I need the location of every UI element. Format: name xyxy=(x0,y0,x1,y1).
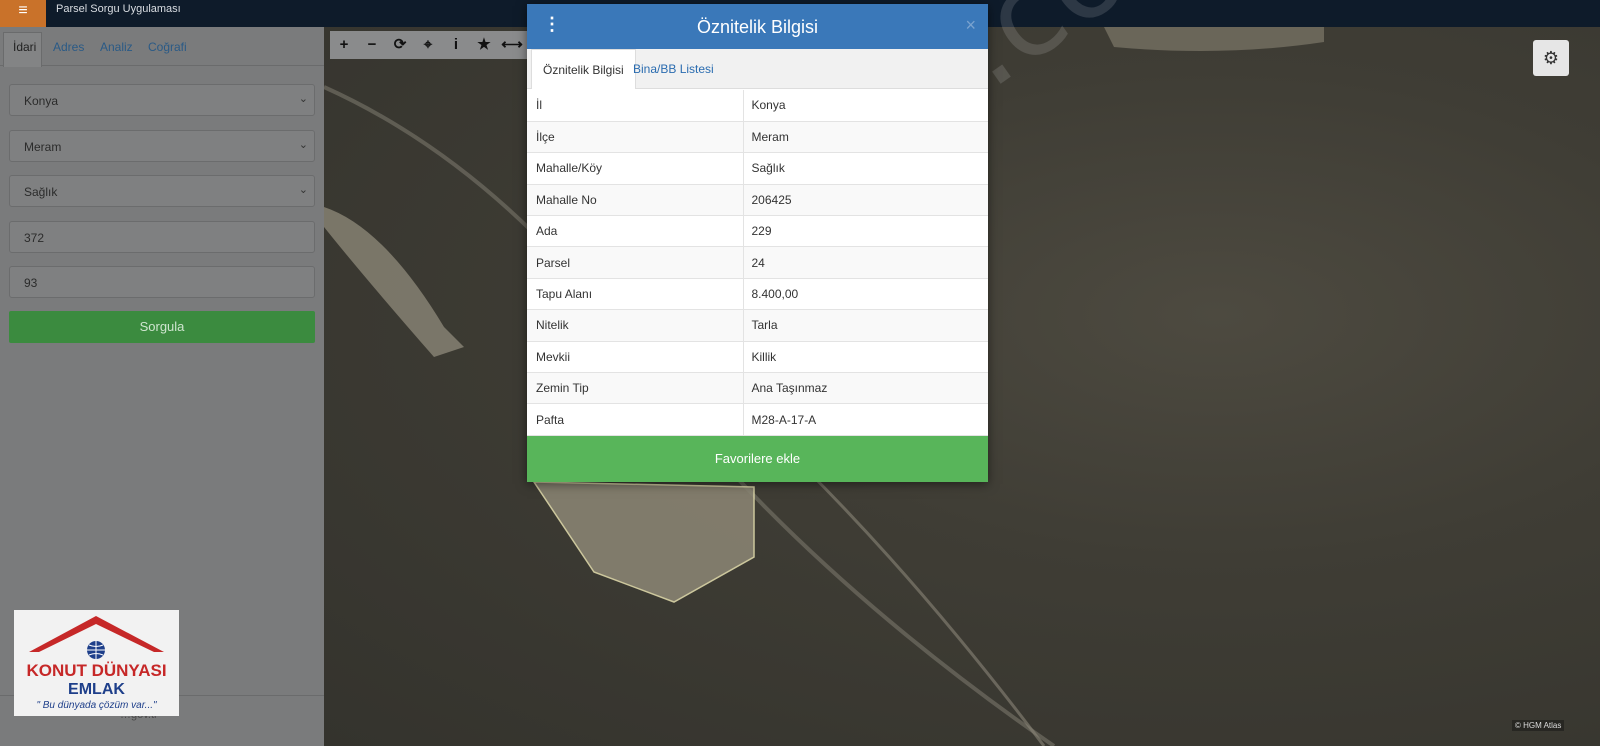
chevron-down-icon: ⌄ xyxy=(298,139,308,151)
table-row: Ada 229 xyxy=(527,215,988,248)
tab-analiz[interactable]: Analiz xyxy=(100,40,133,54)
modal-header: ⋮ Öznitelik Bilgisi × xyxy=(527,4,988,49)
attribute-label: Mevkii xyxy=(527,341,743,374)
table-row: Mevkii Killik xyxy=(527,341,988,374)
attribute-label: Mahalle/Köy xyxy=(527,152,743,185)
tab-adres[interactable]: Adres xyxy=(53,40,84,54)
measure-icon[interactable]: ⟷ xyxy=(498,31,526,59)
attribute-value: 24 xyxy=(742,246,988,279)
add-favorite-button[interactable]: Favorilere ekle xyxy=(527,436,988,482)
attribute-value: 229 xyxy=(742,215,988,248)
hamburger-icon[interactable]: ≡ xyxy=(0,0,46,27)
tab-idari[interactable]: İdari xyxy=(13,40,36,54)
attribute-table: İl Konya İlçe Meram Mahalle/Köy Sağlık Mahalle… xyxy=(527,90,988,436)
table-row: Mahalle No 206425 xyxy=(527,184,988,217)
info-icon[interactable]: i xyxy=(442,31,470,59)
table-row: Pafta M28-A-17-A xyxy=(527,403,988,436)
modal-tabs: Öznitelik Bilgisi Bina/BB Listesi xyxy=(527,49,988,89)
table-row: Tapu Alanı 8.400,00 xyxy=(527,278,988,311)
attribute-label: İl xyxy=(527,90,743,122)
refresh-icon[interactable]: ⟳ xyxy=(386,31,414,59)
attribute-label: Pafta xyxy=(527,403,743,436)
sidebar-tabs: İdari Adres Analiz Coğrafi xyxy=(0,27,324,67)
app-title: Parsel Sorgu Uygulaması xyxy=(56,3,181,15)
il-select-value: Konya xyxy=(24,94,59,108)
attribute-value: 206425 xyxy=(742,184,988,217)
star-icon[interactable]: ★ xyxy=(470,31,498,59)
table-row: Parsel 24 xyxy=(527,246,988,279)
logo: KONUT DÜNYASI EMLAK " Bu dünyada çözüm v… xyxy=(14,610,179,716)
chevron-down-icon: ⌄ xyxy=(298,184,308,196)
parsel-input-value: 93 xyxy=(24,276,38,290)
ilce-select-value: Meram xyxy=(24,140,62,154)
attribute-value: Meram xyxy=(742,121,988,154)
table-row: İl Konya xyxy=(527,90,988,122)
attribute-value: Sağlık xyxy=(742,152,988,185)
logo-title: KONUT DÜNYASI xyxy=(26,661,167,680)
map-toolbar: + − ⟳ ⌖ i ★ ⟷ xyxy=(330,31,530,59)
tab-bina-listesi[interactable]: Bina/BB Listesi xyxy=(622,49,725,89)
ada-input-value: 372 xyxy=(24,231,45,245)
locate-icon[interactable]: ⌖ xyxy=(414,31,442,59)
attribute-value: Killik xyxy=(742,341,988,374)
map-attribution: © HGM Atlas xyxy=(1512,720,1565,731)
chevron-down-icon: ⌄ xyxy=(298,93,308,105)
attribute-label: Mahalle No xyxy=(527,184,743,217)
mahalle-select-value: Sağlık xyxy=(24,185,58,199)
attribute-value: 8.400,00 xyxy=(742,278,988,311)
ilce-select[interactable]: Meram ⌄ xyxy=(9,130,315,162)
logo-subtitle: EMLAK xyxy=(68,681,125,698)
attribute-value: Ana Taşınmaz xyxy=(742,372,988,405)
attribute-label: İlçe xyxy=(527,121,743,154)
gear-icon[interactable]: ⚙ xyxy=(1533,40,1569,76)
attribute-value: M28-A-17-A xyxy=(742,403,988,436)
attribute-label: Ada xyxy=(527,215,743,248)
logo-slogan: " Bu dünyada çözüm var..." xyxy=(36,700,157,711)
attribute-value: Konya xyxy=(742,90,988,122)
modal-title: Öznitelik Bilgisi xyxy=(696,17,819,37)
mahalle-select[interactable]: Sağlık ⌄ xyxy=(9,175,315,207)
table-row: Nitelik Tarla xyxy=(527,309,988,342)
table-row: Zemin Tip Ana Taşınmaz xyxy=(527,372,988,405)
attribute-label: Parsel xyxy=(527,246,743,279)
attribute-modal: ⋮ Öznitelik Bilgisi × Öznitelik Bilgisi … xyxy=(527,4,988,482)
table-row: Mahalle/Köy Sağlık xyxy=(527,152,988,185)
sorgula-button[interactable]: Sorgula xyxy=(9,311,315,343)
attribute-label: Tapu Alanı xyxy=(527,278,743,311)
attribute-label: Nitelik xyxy=(527,309,743,342)
zoom-out-icon[interactable]: − xyxy=(358,31,386,59)
attribute-label: Zemin Tip xyxy=(527,372,743,405)
ada-input[interactable]: 372 xyxy=(9,221,315,253)
table-row: İlçe Meram xyxy=(527,121,988,154)
house-roof-logo xyxy=(29,616,164,659)
close-icon[interactable]: × xyxy=(965,15,976,36)
parsel-input[interactable]: 93 xyxy=(9,266,315,298)
tab-oznitelik[interactable]: Öznitelik Bilgisi xyxy=(531,49,636,89)
attribute-value: Tarla xyxy=(742,309,988,342)
zoom-in-icon[interactable]: + xyxy=(330,31,358,59)
tab-cografi[interactable]: Coğrafi xyxy=(148,40,187,54)
il-select[interactable]: Konya ⌄ xyxy=(9,84,315,116)
